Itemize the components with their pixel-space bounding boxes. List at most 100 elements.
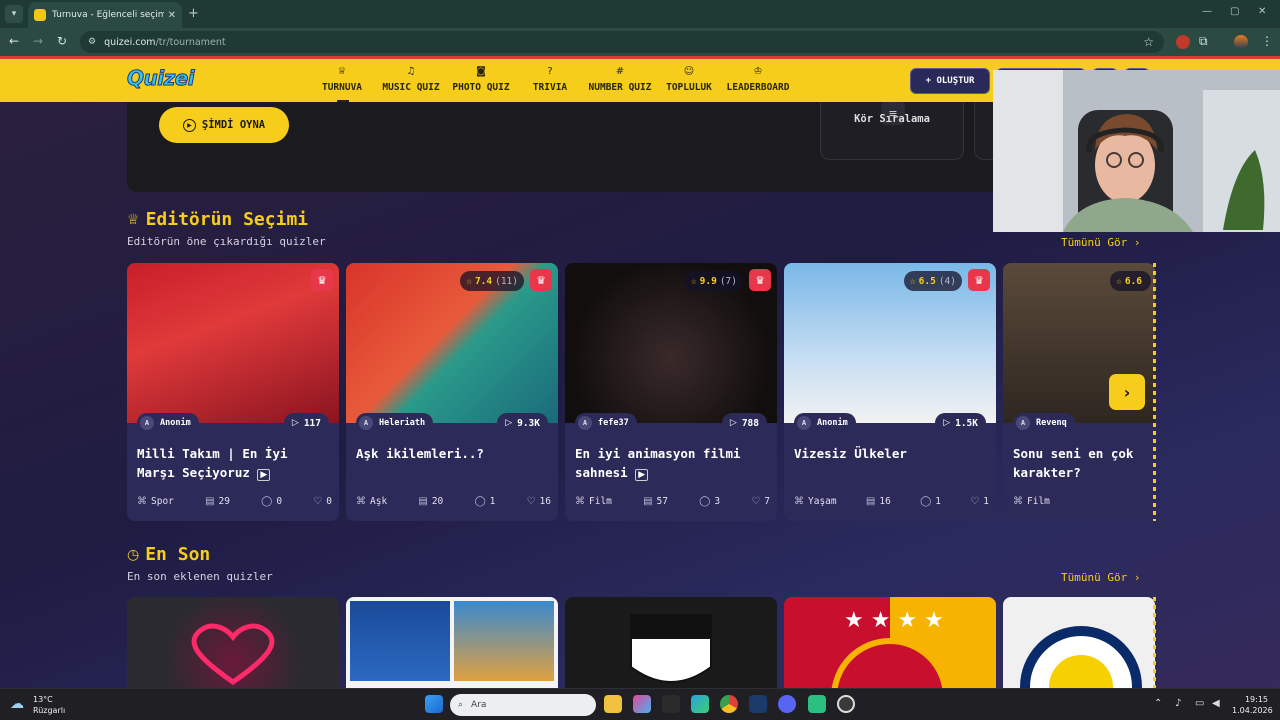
like-count-text: 7 xyxy=(764,496,770,507)
quiz-title[interactable]: Sonu seni en çok karakter? xyxy=(1013,444,1155,482)
latest-card-bjk[interactable] xyxy=(565,597,777,688)
extension-icon[interactable] xyxy=(1176,35,1190,49)
minimize-icon[interactable]: — xyxy=(1202,6,1212,17)
obs-icon[interactable] xyxy=(837,695,855,713)
discord-icon[interactable] xyxy=(778,695,796,713)
latest-card-gs[interactable]: ★ ★ ★ ★ xyxy=(784,597,996,688)
category-tag[interactable]: ⌘ Spor xyxy=(137,496,174,507)
window-close-icon[interactable]: ✕ xyxy=(1258,6,1266,17)
reload-icon[interactable]: ↻ xyxy=(57,34,67,48)
item-count: ▤ 57 xyxy=(643,496,668,507)
tab-search-button[interactable]: ▾ xyxy=(5,5,23,23)
comment-count: ◯ 1 xyxy=(920,496,941,507)
category-tag[interactable]: ⌘ Film xyxy=(1013,496,1050,507)
like-count[interactable]: ♡ 0 xyxy=(313,496,332,507)
quiz-card[interactable]: ♛ ☆ 6.5 (4) A Anonim ▷ 1.5K Vizesiz Ülkeler ⌘ Yaşa… xyxy=(784,263,996,521)
latest-card-fb[interactable] xyxy=(1003,597,1155,688)
network-icon[interactable]: ▭ xyxy=(1195,698,1204,709)
rating-value: 7.4 xyxy=(474,275,493,287)
tray-chevron-icon[interactable]: ⌃ xyxy=(1154,698,1162,709)
author-chip[interactable]: A Anonim xyxy=(137,413,199,433)
site-info-icon[interactable]: ⚙ xyxy=(88,37,96,47)
taskbar-search[interactable]: ⌕ Ara xyxy=(450,694,596,716)
quiz-card[interactable]: ♛ ☆ 9.9 (7) Afefe37 ▷ 788 En iyi animasyon film… xyxy=(565,263,777,521)
copilot-icon[interactable] xyxy=(633,695,651,713)
weather-widget[interactable]: 13°C Rüzgarlı xyxy=(33,694,65,716)
author-chip[interactable]: A Revenq xyxy=(1013,413,1075,433)
nav-label: TURNUVA xyxy=(321,82,363,93)
quiz-title-text: Vizesiz Ülkeler xyxy=(794,446,907,461)
like-count[interactable]: ♡ 1 xyxy=(970,496,989,507)
play-now-button[interactable]: ▶ ŞİMDİ OYNA xyxy=(159,107,289,143)
site-logo[interactable]: Quizei xyxy=(126,66,195,91)
profile-avatar[interactable] xyxy=(1234,35,1248,49)
nav-item-photo-quiz[interactable]: ◙ PHOTO QUIZ xyxy=(452,65,509,93)
latest-card-love[interactable] xyxy=(127,597,339,688)
system-clock[interactable]: 19:15 1.04.2026 xyxy=(1232,694,1273,716)
file-explorer-icon[interactable] xyxy=(604,695,622,713)
microphone-icon[interactable]: ♪ xyxy=(1175,698,1181,709)
nav-item-leaderboard[interactable]: ♔ LEADERBOARD xyxy=(727,65,790,93)
rating-count: (11) xyxy=(495,275,518,287)
extensions-puzzle-icon[interactable]: ⧉ xyxy=(1199,34,1208,49)
nav-label: MUSIC QUIZ xyxy=(382,82,440,93)
new-tab-button[interactable]: + xyxy=(188,6,199,21)
author-chip[interactable]: Afefe37 xyxy=(575,413,637,433)
avatar: A xyxy=(797,416,811,430)
like-count[interactable]: ♡ 7 xyxy=(751,496,770,507)
camera-icon: ◙ xyxy=(476,66,486,77)
nav-item-topluluk[interactable]: ☺ TOPLULUK xyxy=(666,65,712,93)
latest-card-protein[interactable] xyxy=(346,597,558,688)
url-field[interactable]: ⚙ quizei.com/tr/tournament ☆ xyxy=(80,31,1164,53)
play-count-badge: ▷ 788 xyxy=(721,413,767,433)
mode-card-blind-ranking[interactable]: ≡ Kör Sıralama xyxy=(820,102,964,160)
author-chip[interactable]: A Heleriath xyxy=(356,413,434,433)
quiz-title[interactable]: Vizesiz Ülkeler xyxy=(794,444,989,463)
nav-item-number-quiz[interactable]: # NUMBER QUIZ xyxy=(589,65,652,93)
forward-arrow-icon[interactable]: → xyxy=(33,34,43,48)
play-now-label: ŞİMDİ OYNA xyxy=(201,119,266,131)
nav-item-music-quiz[interactable]: ♫ MUSIC QUIZ xyxy=(382,65,439,93)
quiz-title[interactable]: Aşk ikilemleri..? xyxy=(356,444,551,463)
quiz-card[interactable]: ♛ ☆ 7.4 (11) A Heleriath ▷ 9.3K Aşk ikilemleri..… xyxy=(346,263,558,521)
star-icon: ☆ xyxy=(690,275,697,287)
maximize-icon[interactable]: ▢ xyxy=(1230,6,1239,17)
windows-start-icon[interactable] xyxy=(425,695,443,713)
play-count-badge: ▷ 9.3K xyxy=(497,413,548,433)
avatar: A xyxy=(359,416,373,430)
bookmark-star-icon[interactable]: ☆ xyxy=(1143,35,1154,49)
editors-see-all-link[interactable]: Tümünü Gör › xyxy=(1061,236,1140,249)
category-tag[interactable]: ⌘ Film xyxy=(575,496,612,507)
back-arrow-icon[interactable]: ← xyxy=(9,34,19,48)
crown-badge-icon: ♛ xyxy=(530,269,552,291)
carousel-next-button[interactable]: › xyxy=(1109,374,1145,410)
volume-icon[interactable]: ◀ xyxy=(1212,698,1220,709)
play-icon: ▷ xyxy=(291,418,299,428)
weather-wind-icon[interactable]: ☁ xyxy=(10,696,24,712)
chrome-icon[interactable] xyxy=(720,695,738,713)
menu-dots-icon[interactable]: ⋮ xyxy=(1261,34,1273,48)
browser-tab[interactable]: Turnuva - Eğlenceli seçimler ya ✕ xyxy=(28,2,182,28)
close-icon[interactable]: ✕ xyxy=(168,10,176,21)
quiz-title[interactable]: En iyi animasyon filmi sahnesi ▶ xyxy=(575,444,770,485)
quiz-title[interactable]: Milli Takım | En İyi Marşı Seçiyoruz ▶ xyxy=(137,444,332,485)
author-chip[interactable]: A Anonim xyxy=(794,413,856,433)
quiz-card[interactable]: ♛ A Anonim ▷ 117 Milli Takım | En İyi Marşı S… xyxy=(127,263,339,521)
steam-icon[interactable] xyxy=(749,695,767,713)
search-icon: ⌕ xyxy=(458,700,464,710)
create-button[interactable]: + OLUŞTUR xyxy=(910,68,990,94)
edge-icon[interactable] xyxy=(691,695,709,713)
app-icon[interactable] xyxy=(808,695,826,713)
like-count[interactable]: ♡ 16 xyxy=(527,496,551,507)
rating-badge: ☆ 6.5 (4) xyxy=(903,271,962,291)
category-tag[interactable]: ⌘ Yaşam xyxy=(794,496,837,507)
item-count: ▤ 16 xyxy=(866,496,891,507)
play-icon: ▷ xyxy=(505,418,513,428)
category-tag[interactable]: ⌘ Aşk xyxy=(356,496,387,507)
latest-see-all-link[interactable]: Tümünü Gör › xyxy=(1061,571,1140,584)
clock-time: 19:15 xyxy=(1244,695,1268,704)
rating-badge: ☆ 6.6 xyxy=(1110,271,1151,291)
nav-item-turnuva[interactable]: ♕ TURNUVA xyxy=(322,65,362,93)
store-icon[interactable] xyxy=(662,695,680,713)
nav-item-trivia[interactable]: ? TRIVIA xyxy=(533,65,567,93)
